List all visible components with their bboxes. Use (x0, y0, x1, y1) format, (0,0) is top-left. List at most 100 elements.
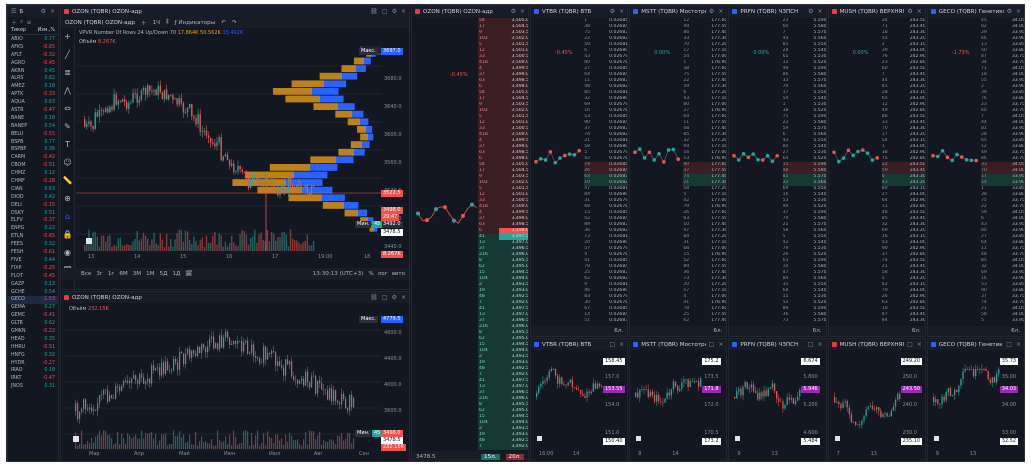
watchlist-row[interactable]: GCHE 0.54 (8, 289, 58, 297)
settings-icon[interactable]: ⚙ (709, 8, 714, 15)
watchlist-row[interactable]: DSKY 0.51 (8, 210, 58, 218)
settings-icon[interactable]: ⚙ (41, 8, 46, 15)
close-icon[interactable]: × (520, 8, 525, 15)
mini-time-axis[interactable]: 7 13 (831, 451, 901, 460)
watchlist-row[interactable]: AQUA 0.63 (8, 99, 58, 107)
watchlist-row[interactable]: GAZP 0.13 (8, 281, 58, 289)
mini-price-axis[interactable]: 35.00 34.00 33.00 35.73 34.03 32.52 (999, 352, 1024, 448)
watchlist-row[interactable]: HNFG 0.32 (8, 352, 58, 360)
mini-chart-canvas[interactable] (731, 352, 801, 448)
link-color-icon[interactable] (930, 342, 936, 347)
mini-time-axis[interactable]: 8 14 (632, 451, 702, 460)
watchlist-row[interactable]: GECO -1.53 (8, 296, 58, 305)
maximize-icon[interactable]: □ (808, 341, 814, 348)
mini-chart-title[interactable]: PRFN (ТQВR) ЧЗПСН (740, 342, 798, 348)
ladder-row[interactable]: 5 33.95 (981, 318, 1024, 324)
watchlist-row[interactable]: IRAO 0.18 (8, 367, 58, 375)
watchlist-row[interactable]: GLTR 0.62 (8, 320, 58, 328)
volume-legend[interactable]: Объём 8.267K (79, 39, 116, 45)
projection-icon[interactable]: ⇔ (64, 104, 71, 113)
watchlist-row[interactable]: ABIO 0.77 (8, 36, 58, 44)
watchlist-row[interactable]: AGRO -0.45 (8, 60, 58, 68)
watchlist-row[interactable]: AKRN 0.45 (8, 68, 58, 76)
link-color-icon[interactable] (633, 9, 639, 14)
settings-icon[interactable]: ⚙ (610, 8, 615, 15)
candle-type-icon[interactable]: ⫼ (166, 19, 169, 26)
close-icon[interactable]: × (818, 8, 823, 15)
close-icon[interactable]: × (619, 341, 624, 348)
symbol-field[interactable]: OZON (ТQВR) OZON-адр (65, 20, 135, 26)
ladder-row[interactable]: 62 177.40 (683, 318, 726, 324)
interval-button[interactable]: 1Ч (153, 20, 160, 26)
range-button[interactable]: Все (81, 271, 91, 277)
watchlist-row[interactable]: FIVE 0.44 (8, 257, 58, 265)
mini-dom-title[interactable]: VTBR (ТQВR) ВТБ (542, 9, 592, 15)
close-icon[interactable]: × (401, 8, 406, 15)
maximize-icon[interactable]: □ (709, 341, 715, 348)
ruler-icon[interactable]: 📏 (63, 176, 73, 185)
mini-dom-title[interactable]: MSTT (ТQВR) Мостотрест (641, 9, 706, 15)
chart-title[interactable]: OZON (ТQВR) OZON-адр (72, 295, 142, 301)
volume-legend[interactable]: Объём 232.15K (69, 306, 109, 312)
scale-option[interactable]: авто (392, 271, 405, 277)
buy-button[interactable]: 15л. (481, 453, 500, 460)
mini-order-ladder[interactable]: 23 5.590 60 5.580 7 5.570 44 5.560 81 5.550 28 5.54… (782, 18, 826, 326)
emoji-icon[interactable]: ☺ (63, 158, 71, 167)
lock-icon[interactable]: 🔒 (63, 230, 73, 239)
watchlist-row[interactable]: ETLN -0.65 (8, 233, 58, 241)
watchlist-row[interactable]: ASTR -0.47 (8, 107, 58, 115)
mini-buy-button[interactable]: 6л. (713, 328, 722, 334)
link-icon[interactable]: ⛓ (370, 294, 378, 301)
mini-time-axis[interactable]: 16:00 14 (533, 451, 603, 460)
ladder-row[interactable]: 84 243.30 (882, 318, 925, 324)
mini-order-ladder[interactable]: 1 0.02685 38 0.02684 75 0.02683 22 0.02682 59 0.0… (584, 18, 628, 326)
range-button[interactable]: 3г (96, 271, 103, 277)
watchlist-row[interactable]: CHMF -0.28 (8, 178, 58, 186)
link-color-icon[interactable] (732, 342, 738, 347)
compare-icon[interactable]: ＋ (141, 19, 147, 27)
watchlist-row[interactable]: FLOT -0.45 (8, 273, 58, 281)
settings-icon[interactable]: ⚙ (392, 8, 397, 15)
time-axis[interactable]: Мар Апр Май Июн Июл Авг Сен (65, 451, 381, 461)
close-icon[interactable]: × (1016, 8, 1021, 15)
mini-chart-canvas[interactable] (930, 352, 1000, 448)
watchlist-row[interactable]: DIOD 0.42 (8, 194, 58, 202)
pattern-icon[interactable]: ⋀ (64, 86, 71, 95)
watchlist-row[interactable]: ENPG 0.22 (8, 225, 58, 233)
settings-icon[interactable]: ⚙ (907, 8, 912, 15)
mini-order-ladder[interactable]: 45 34.05 82 34.00 29 33.95 66 33.90 13 33.85 50 33.… (980, 18, 1024, 326)
fib-icon[interactable]: ≣ (64, 68, 71, 77)
vpvr-legend[interactable]: VPVR Number Of Rows 24 Up/Down 70 17.864… (79, 30, 243, 36)
magnet-icon[interactable]: ⌂ (65, 212, 70, 221)
order-ladder[interactable]: 54 3,505.0 17 3,504.5 9 3,503.5 102 3,502.0 5 3,5… (478, 18, 528, 450)
link-color-icon[interactable] (831, 342, 837, 347)
watchlist-row[interactable]: GEMC -0.41 (8, 312, 58, 320)
mini-buy-button[interactable]: 6л. (1011, 328, 1020, 334)
mini-chart-canvas[interactable] (533, 352, 603, 448)
watchlist-row[interactable]: BSPBP 0.36 (8, 146, 58, 154)
watchlist-row[interactable]: CARM -0.42 (8, 154, 58, 162)
maximize-icon[interactable]: □ (382, 294, 388, 301)
mini-order-ladder[interactable]: 34 243.50 71 243.40 18 243.30 55 243.20 2 243.10 3… (881, 18, 925, 326)
mini-time-axis[interactable]: 9 13 (731, 451, 801, 460)
mini-time-axis[interactable]: 9 13 (930, 451, 1000, 460)
link-color-icon[interactable] (732, 9, 738, 14)
search-icon[interactable]: ⌕ (20, 18, 23, 26)
watchlist-row[interactable]: AMEZ 0.18 (8, 83, 58, 91)
link-color-icon[interactable] (64, 295, 69, 300)
watchlist-row[interactable]: CIAN 0.63 (8, 186, 58, 194)
ladder-row[interactable]: 51 0.02683 (584, 318, 627, 324)
menu-icon[interactable]: ☰ (11, 8, 16, 15)
maximize-icon[interactable]: □ (1006, 341, 1012, 348)
mini-chart-title[interactable]: GECO (ТQВR) Генетико (939, 342, 1003, 348)
watchlist-row[interactable]: BANE 0.18 (8, 115, 58, 123)
bid-row[interactable]: 7 3,492.0 (478, 444, 528, 450)
link-color-icon[interactable] (64, 9, 69, 14)
watchlist-row[interactable]: AFKS -0.65 (8, 44, 58, 52)
mini-buy-button[interactable]: 6л. (614, 328, 623, 334)
watchlist-row[interactable]: BSPB 0.77 (8, 139, 58, 147)
watchlist-row[interactable]: ELFV -0.37 (8, 217, 58, 225)
settings-icon[interactable]: ⚙ (511, 8, 516, 15)
close-icon[interactable]: × (718, 8, 723, 15)
maximize-icon[interactable]: □ (907, 341, 913, 348)
